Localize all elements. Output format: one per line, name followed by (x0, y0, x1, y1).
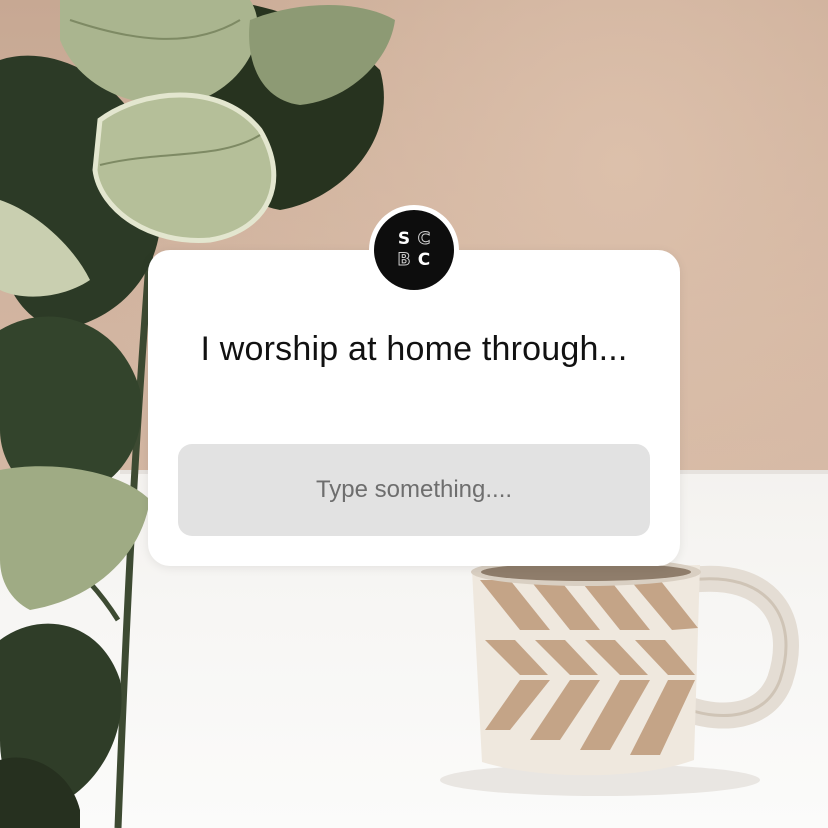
profile-avatar[interactable]: S C B C (369, 205, 459, 295)
story-canvas: I worship at home through... Type someth… (0, 0, 828, 828)
logo-letter: S (397, 229, 411, 249)
question-sticker-card: I worship at home through... Type someth… (148, 250, 680, 566)
logo-letter: C (417, 229, 431, 250)
logo-letter: C (417, 250, 431, 270)
sticker-question-text: I worship at home through... (200, 330, 628, 368)
brand-logo-icon: S C B C (374, 210, 454, 290)
logo-letter: B (397, 250, 411, 271)
answer-input[interactable]: Type something.... (178, 444, 650, 536)
answer-input-placeholder: Type something.... (315, 476, 513, 503)
